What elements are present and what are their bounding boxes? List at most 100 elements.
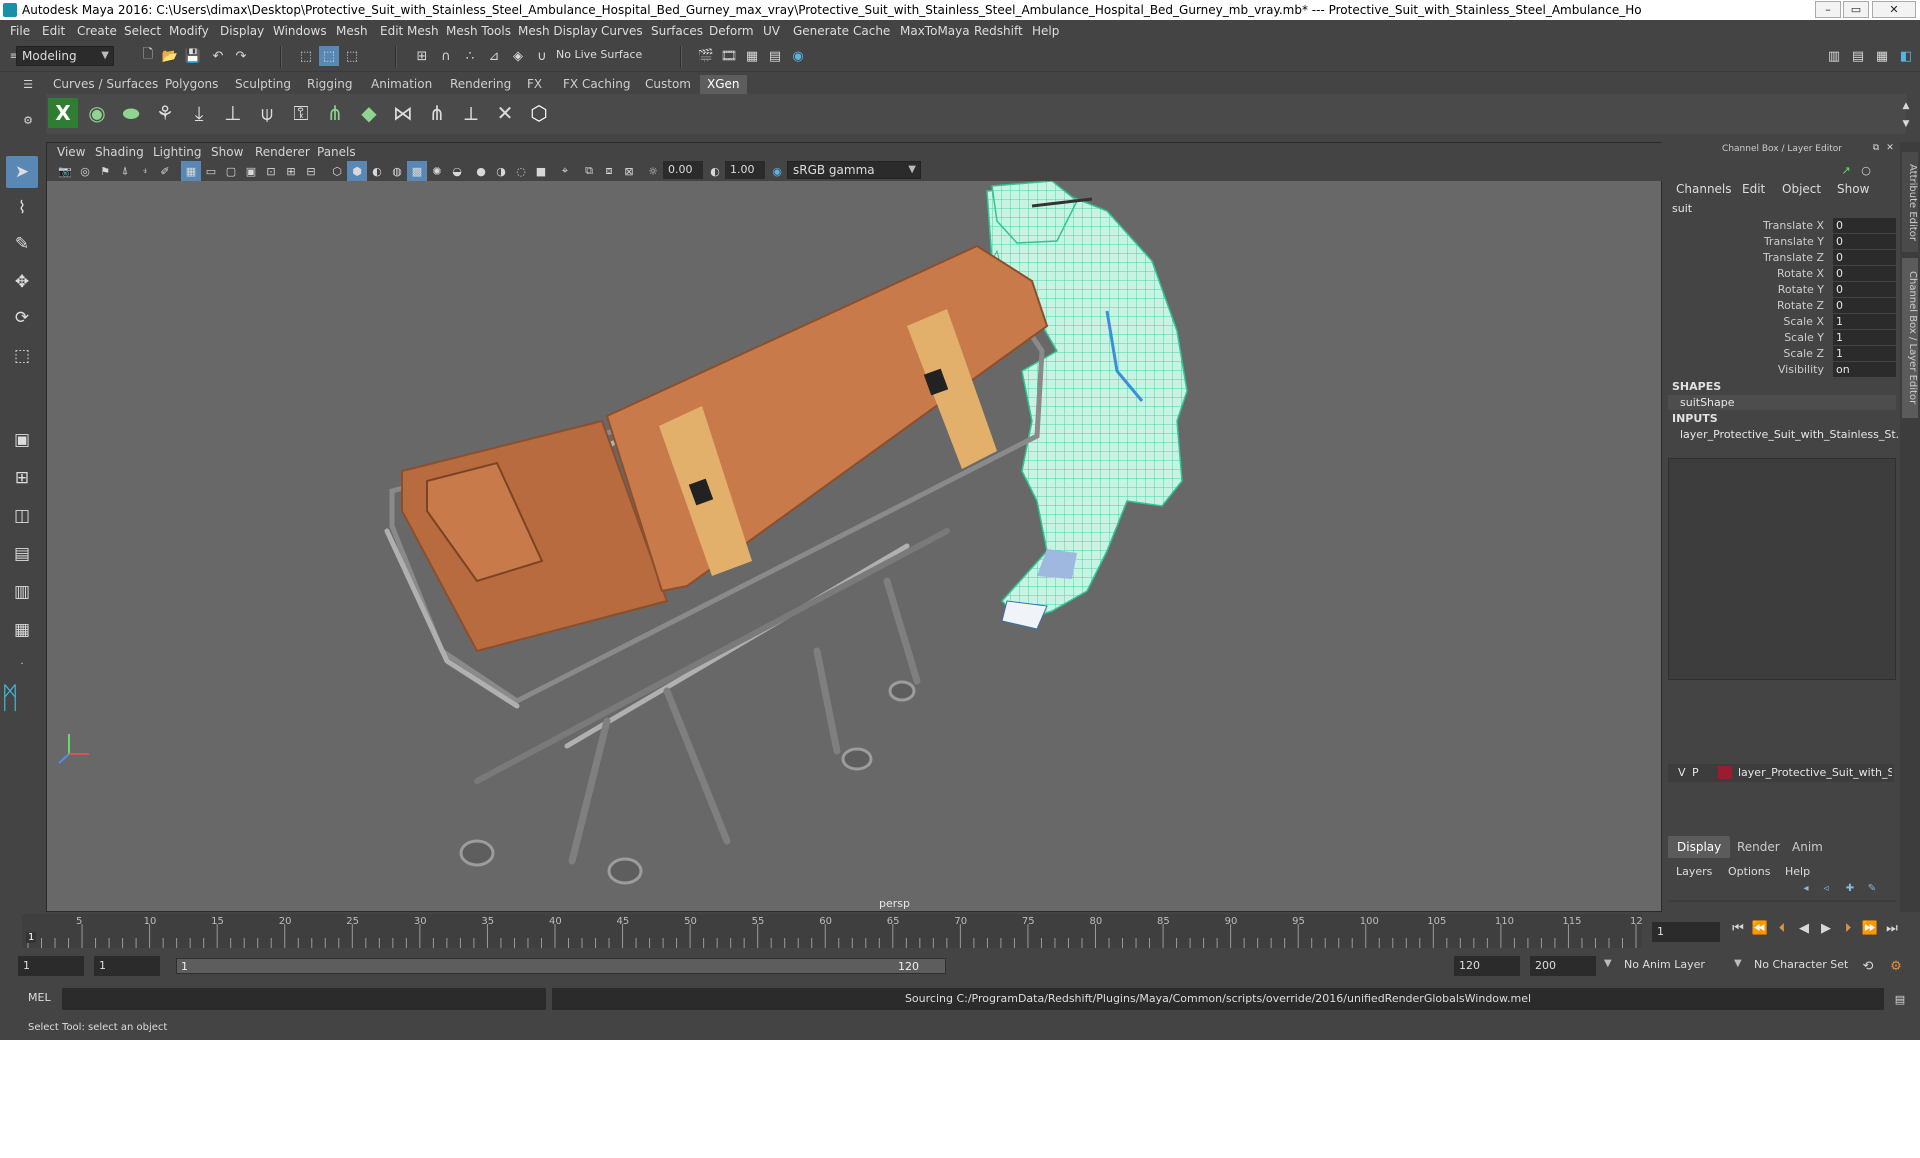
safe-title-icon[interactable]: ⊟	[301, 161, 321, 181]
live-surface-field[interactable]: No Live Surface	[556, 48, 642, 61]
magnet-icon[interactable]: ∪	[532, 46, 552, 66]
attr-value[interactable]: 0	[1833, 234, 1896, 249]
layer-visibility-toggle[interactable]: V	[1678, 766, 1686, 779]
more-layouts-icon[interactable]: ·	[6, 648, 38, 680]
shelf-tab-rendering[interactable]: Rendering	[443, 75, 518, 94]
menu-select[interactable]: Select	[124, 24, 161, 38]
close-button[interactable]: ✕	[1872, 1, 1916, 18]
snap-point-icon[interactable]: ∴	[460, 46, 480, 66]
chevron-down-icon[interactable]: ▼	[1604, 958, 1612, 969]
channel-box-menu-edit[interactable]: Edit	[1742, 182, 1765, 196]
ipr-render-icon[interactable]: ▦	[742, 46, 762, 66]
layer-menu-options[interactable]: Options	[1728, 865, 1770, 878]
menu-cache[interactable]: Cache	[853, 24, 890, 38]
attr-row-scale-y[interactable]: Scale Y 1	[1666, 330, 1898, 346]
current-frame-marker[interactable]: 1	[26, 932, 37, 943]
channel-box-menu-channels[interactable]: Channels	[1676, 182, 1732, 196]
shelf-tab-rigging[interactable]: Rigging	[300, 75, 359, 94]
camera-attributes-icon[interactable]: ◎	[75, 161, 95, 181]
range-slider[interactable]: 1 120	[176, 958, 946, 974]
viewport-menu-shading[interactable]: Shading	[95, 145, 144, 159]
render-frame-icon[interactable]: 🎬	[696, 46, 716, 66]
layer-menu-layers[interactable]: Layers	[1676, 865, 1712, 878]
attr-row-translate-y[interactable]: Translate Y 0	[1666, 234, 1898, 250]
menu-surfaces[interactable]: Surfaces	[651, 24, 703, 38]
grid-icon[interactable]: ▦	[181, 161, 201, 181]
attr-value[interactable]: 0	[1833, 266, 1896, 281]
gate-mask-icon[interactable]: ▣	[241, 161, 261, 181]
xgen-grass-icon[interactable]: ⋔	[320, 98, 350, 128]
play-forward-icon[interactable]: ▶	[1816, 921, 1836, 939]
exposure-icon[interactable]: ☼	[643, 161, 663, 181]
textured-icon[interactable]: ▩	[407, 161, 427, 181]
menu-help[interactable]: Help	[1032, 24, 1059, 38]
wireframe-icon[interactable]: ⬡	[327, 161, 347, 181]
smooth-shade-icon[interactable]: ⬢	[347, 161, 367, 181]
xgen-lock-icon[interactable]: ⚿	[286, 98, 316, 128]
script-editor-icon[interactable]: ▤	[1890, 989, 1910, 1009]
select-object-icon[interactable]: ⬚	[319, 46, 339, 66]
menu-file[interactable]: File	[10, 24, 30, 38]
attribute-editor-tab[interactable]: Attribute Editor	[1902, 152, 1918, 252]
two-d-pan-icon[interactable]: ⍖	[135, 161, 155, 181]
layer-playback-toggle[interactable]: P	[1692, 766, 1699, 779]
menu-curves[interactable]: Curves	[601, 24, 643, 38]
attr-value[interactable]: 1	[1833, 314, 1896, 329]
select-hierarchy-icon[interactable]: ⬚	[296, 46, 316, 66]
channel-box-menu-show[interactable]: Show	[1837, 182, 1869, 196]
outliner-layout-icon[interactable]: ▤	[6, 538, 38, 570]
channel-box-tab[interactable]: Channel Box / Layer Editor	[1902, 258, 1918, 418]
four-pane-layout-icon[interactable]: ⊞	[6, 462, 38, 494]
shadows-icon[interactable]: ◒	[447, 161, 467, 181]
xray-icon[interactable]: ⧉	[579, 161, 599, 181]
wireframe-on-shaded-icon[interactable]: ◍	[387, 161, 407, 181]
shelf-tab-fx[interactable]: FX	[520, 75, 549, 94]
character-set-dropdown[interactable]: No Character Set	[1754, 958, 1848, 971]
playback-start-field[interactable]: 1	[94, 956, 160, 976]
channel-box-toggle-icon[interactable]: ◧	[1896, 46, 1916, 66]
view-transform-dropdown[interactable]: sRGB gamma ▼	[787, 161, 921, 179]
attr-value[interactable]: 0	[1833, 298, 1896, 313]
resolution-gate-icon[interactable]: ▢	[221, 161, 241, 181]
menu-windows[interactable]: Windows	[273, 24, 327, 38]
shelf-scroll-up-icon[interactable]: ▲	[1896, 96, 1916, 116]
select-tool-icon[interactable]: ➤	[6, 156, 38, 188]
select-component-icon[interactable]: ⬚	[342, 46, 362, 66]
shelf-tab-curves-surfaces[interactable]: Curves / Surfaces	[46, 75, 165, 94]
shelf-tab-custom[interactable]: Custom	[638, 75, 698, 94]
lights-icon[interactable]: ✺	[427, 161, 447, 181]
menu-create[interactable]: Create	[77, 24, 117, 38]
menu-deform[interactable]: Deform	[709, 24, 754, 38]
step-forward-frame-icon[interactable]: ⏵	[1838, 921, 1858, 939]
attr-value[interactable]: on	[1833, 362, 1896, 377]
tool-settings-icon[interactable]: ▦	[1872, 46, 1892, 66]
anim-prefs-icon[interactable]: ⚙	[1886, 956, 1906, 976]
current-frame-field[interactable]: 1	[1652, 922, 1720, 942]
xgen-comb-icon[interactable]: ⋈	[388, 98, 418, 128]
viewport-menu-renderer[interactable]: Renderer	[255, 145, 310, 159]
shelf-tab-fx-caching[interactable]: FX Caching	[556, 75, 637, 94]
layer-move-down-icon[interactable]: ◃	[1816, 878, 1836, 898]
gamma-icon[interactable]: ◐	[705, 161, 725, 181]
grease-pencil-icon[interactable]: ✐	[155, 161, 175, 181]
exposure-field[interactable]: 0.00	[663, 161, 703, 179]
xgen-delete-icon[interactable]: ✕	[490, 98, 520, 128]
paint-select-icon[interactable]: ✎	[6, 228, 38, 260]
image-plane-icon[interactable]: ⍋	[115, 161, 135, 181]
isolate-select-icon[interactable]: ⌖	[555, 161, 575, 181]
menu-edit[interactable]: Edit	[42, 24, 65, 38]
camera-icon[interactable]: 📷	[55, 161, 75, 181]
snap-grid-icon[interactable]: ⊞	[412, 46, 432, 66]
step-back-key-icon[interactable]: ⏪	[1750, 921, 1770, 939]
snap-curve-icon[interactable]: ∩	[436, 46, 456, 66]
undo-icon[interactable]: ↶	[208, 46, 228, 66]
two-pane-layout-icon[interactable]: ◫	[6, 500, 38, 532]
channel-box-menu-object[interactable]: Object	[1782, 182, 1821, 196]
scale-tool-icon[interactable]: ⬚	[6, 340, 38, 372]
ambient-occlusion-icon[interactable]: ●	[471, 161, 491, 181]
menu-uv[interactable]: UV	[763, 24, 780, 38]
xgen-cut-icon[interactable]: ⟂	[456, 98, 486, 128]
depth-of-field-icon[interactable]: ■	[531, 161, 551, 181]
outliner-icon[interactable]: ▤	[1848, 46, 1868, 66]
menu-set-dropdown[interactable]: Modeling ▼	[16, 46, 114, 66]
